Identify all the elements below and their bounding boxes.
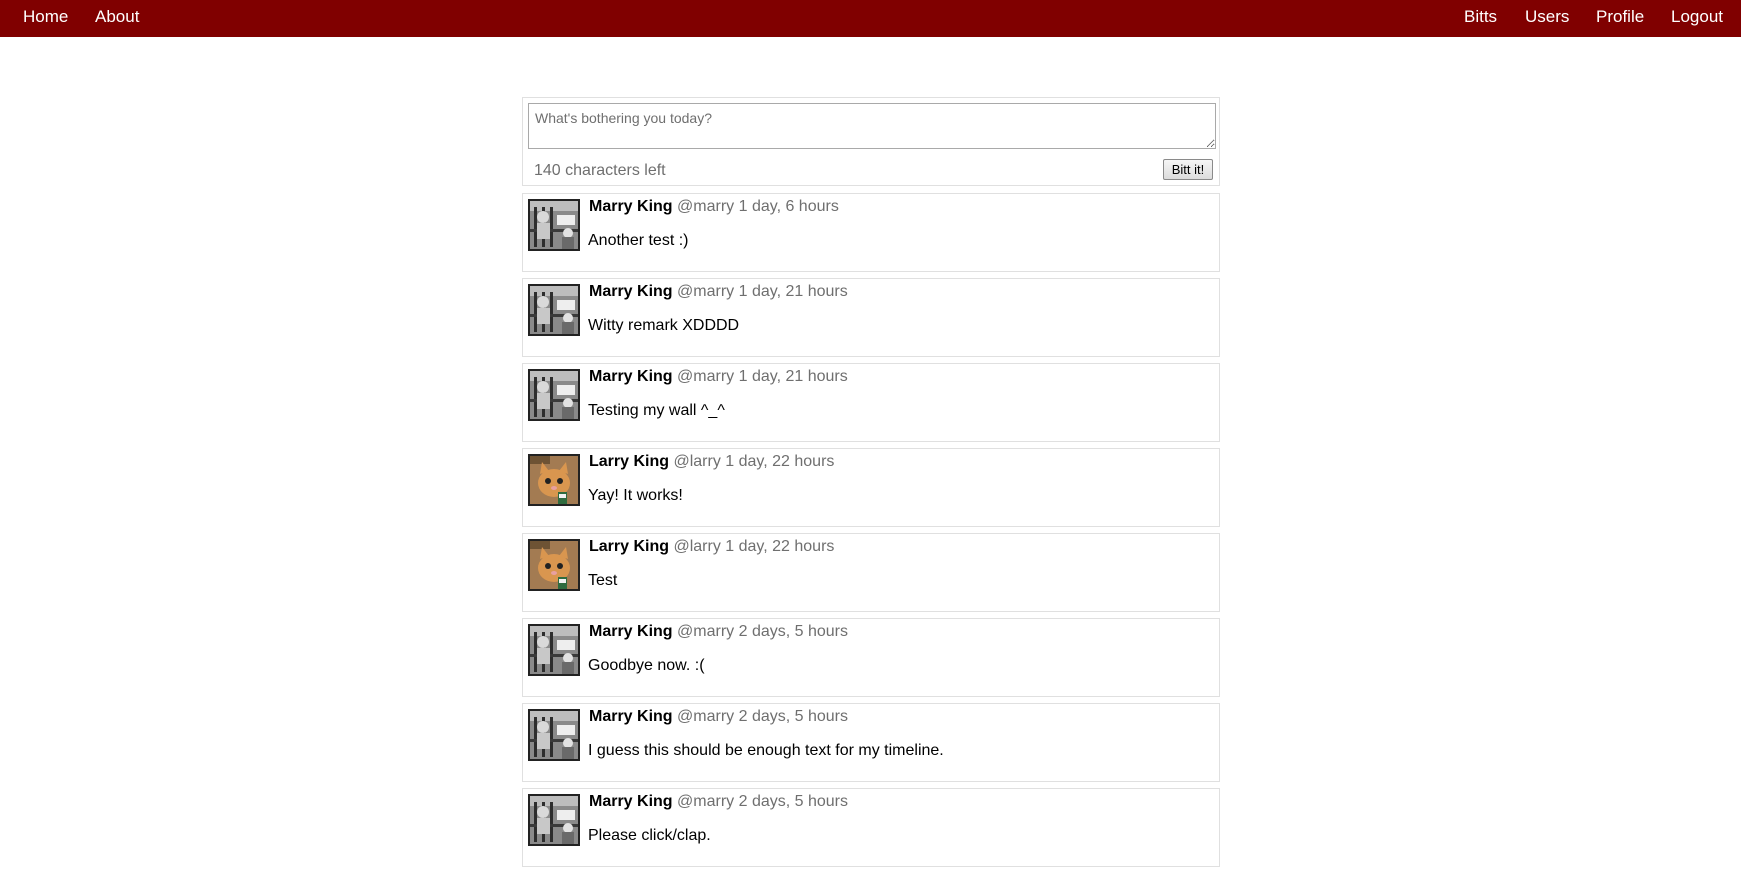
timeline-feed: Marry King @marry 1 day, 6 hours Another… <box>522 193 1220 873</box>
author-handle: @marry <box>677 708 735 725</box>
nav-home-link[interactable]: Home <box>23 0 68 37</box>
author-name[interactable]: Marry King <box>589 793 673 810</box>
post-text: Witty remark XDDDD <box>588 317 740 334</box>
post-time: 1 day, 6 hours <box>738 198 839 215</box>
avatar-image <box>530 541 578 589</box>
bitt-submit-button[interactable]: Bitt it! <box>1163 159 1213 180</box>
nav-users-link[interactable]: Users <box>1525 0 1569 37</box>
avatar-image <box>530 711 578 759</box>
post-item: Marry King @marry 2 days, 5 hours Please… <box>522 788 1220 867</box>
avatar[interactable] <box>528 369 580 421</box>
author-name[interactable]: Larry King <box>589 538 669 555</box>
nav-bitts-link[interactable]: Bitts <box>1464 0 1497 37</box>
top-navbar: Home About Bitts Users Profile Logout <box>0 0 1741 37</box>
post-item: Larry King @larry 1 day, 22 hours Test <box>522 533 1220 612</box>
post-item: Marry King @marry 1 day, 6 hours Another… <box>522 193 1220 272</box>
author-name[interactable]: Larry King <box>589 453 669 470</box>
post-header: Marry King @marry 1 day, 6 hours <box>589 198 839 216</box>
author-handle: @marry <box>677 623 735 640</box>
post-time: 2 days, 5 hours <box>738 623 849 640</box>
avatar-image <box>530 796 578 844</box>
bitt-input[interactable] <box>528 103 1216 149</box>
post-time: 1 day, 21 hours <box>738 368 848 385</box>
author-name[interactable]: Marry King <box>589 623 673 640</box>
nav-about-link[interactable]: About <box>95 0 139 37</box>
avatar[interactable] <box>528 199 580 251</box>
author-handle: @marry <box>677 368 735 385</box>
avatar-image <box>530 371 578 419</box>
post-item: Marry King @marry 1 day, 21 hours Witty … <box>522 278 1220 357</box>
avatar[interactable] <box>528 454 580 506</box>
post-time: 2 days, 5 hours <box>738 793 849 810</box>
post-header: Marry King @marry 1 day, 21 hours <box>589 368 848 386</box>
post-header: Marry King @marry 2 days, 5 hours <box>589 793 848 811</box>
characters-left-counter: 140 characters left <box>534 162 666 179</box>
post-header: Larry King @larry 1 day, 22 hours <box>589 453 834 471</box>
author-handle: @marry <box>677 283 735 300</box>
post-text: Goodbye now. :( <box>588 657 705 674</box>
author-handle: @larry <box>673 538 721 555</box>
post-text: Test <box>588 572 618 589</box>
avatar[interactable] <box>528 539 580 591</box>
post-header: Marry King @marry 1 day, 21 hours <box>589 283 848 301</box>
post-text: Please click/clap. <box>588 827 711 844</box>
author-name[interactable]: Marry King <box>589 283 673 300</box>
post-header: Larry King @larry 1 day, 22 hours <box>589 538 834 556</box>
author-name[interactable]: Marry King <box>589 198 673 215</box>
nav-profile-link[interactable]: Profile <box>1596 0 1644 37</box>
post-text: Yay! It works! <box>588 487 683 504</box>
avatar[interactable] <box>528 284 580 336</box>
post-time: 1 day, 22 hours <box>725 453 835 470</box>
post-header: Marry King @marry 2 days, 5 hours <box>589 708 848 726</box>
post-text: I guess this should be enough text for m… <box>588 742 944 759</box>
post-time: 1 day, 21 hours <box>738 283 848 300</box>
post-time: 1 day, 22 hours <box>725 538 835 555</box>
author-handle: @marry <box>677 198 735 215</box>
avatar[interactable] <box>528 624 580 676</box>
post-item: Larry King @larry 1 day, 22 hours Yay! I… <box>522 448 1220 527</box>
compose-box: 140 characters left Bitt it! <box>522 97 1220 186</box>
author-name[interactable]: Marry King <box>589 708 673 725</box>
avatar[interactable] <box>528 794 580 846</box>
post-text: Testing my wall ^_^ <box>588 402 725 419</box>
avatar-image <box>530 626 578 674</box>
author-handle: @larry <box>673 453 721 470</box>
avatar-image <box>530 456 578 504</box>
post-header: Marry King @marry 2 days, 5 hours <box>589 623 848 641</box>
author-name[interactable]: Marry King <box>589 368 673 385</box>
post-item: Marry King @marry 2 days, 5 hours I gues… <box>522 703 1220 782</box>
post-item: Marry King @marry 2 days, 5 hours Goodby… <box>522 618 1220 697</box>
avatar[interactable] <box>528 709 580 761</box>
avatar-image <box>530 286 578 334</box>
post-item: Marry King @marry 1 day, 21 hours Testin… <box>522 363 1220 442</box>
author-handle: @marry <box>677 793 735 810</box>
avatar-image <box>530 201 578 249</box>
nav-logout-link[interactable]: Logout <box>1671 0 1723 37</box>
post-time: 2 days, 5 hours <box>738 708 849 725</box>
post-text: Another test :) <box>588 232 689 249</box>
